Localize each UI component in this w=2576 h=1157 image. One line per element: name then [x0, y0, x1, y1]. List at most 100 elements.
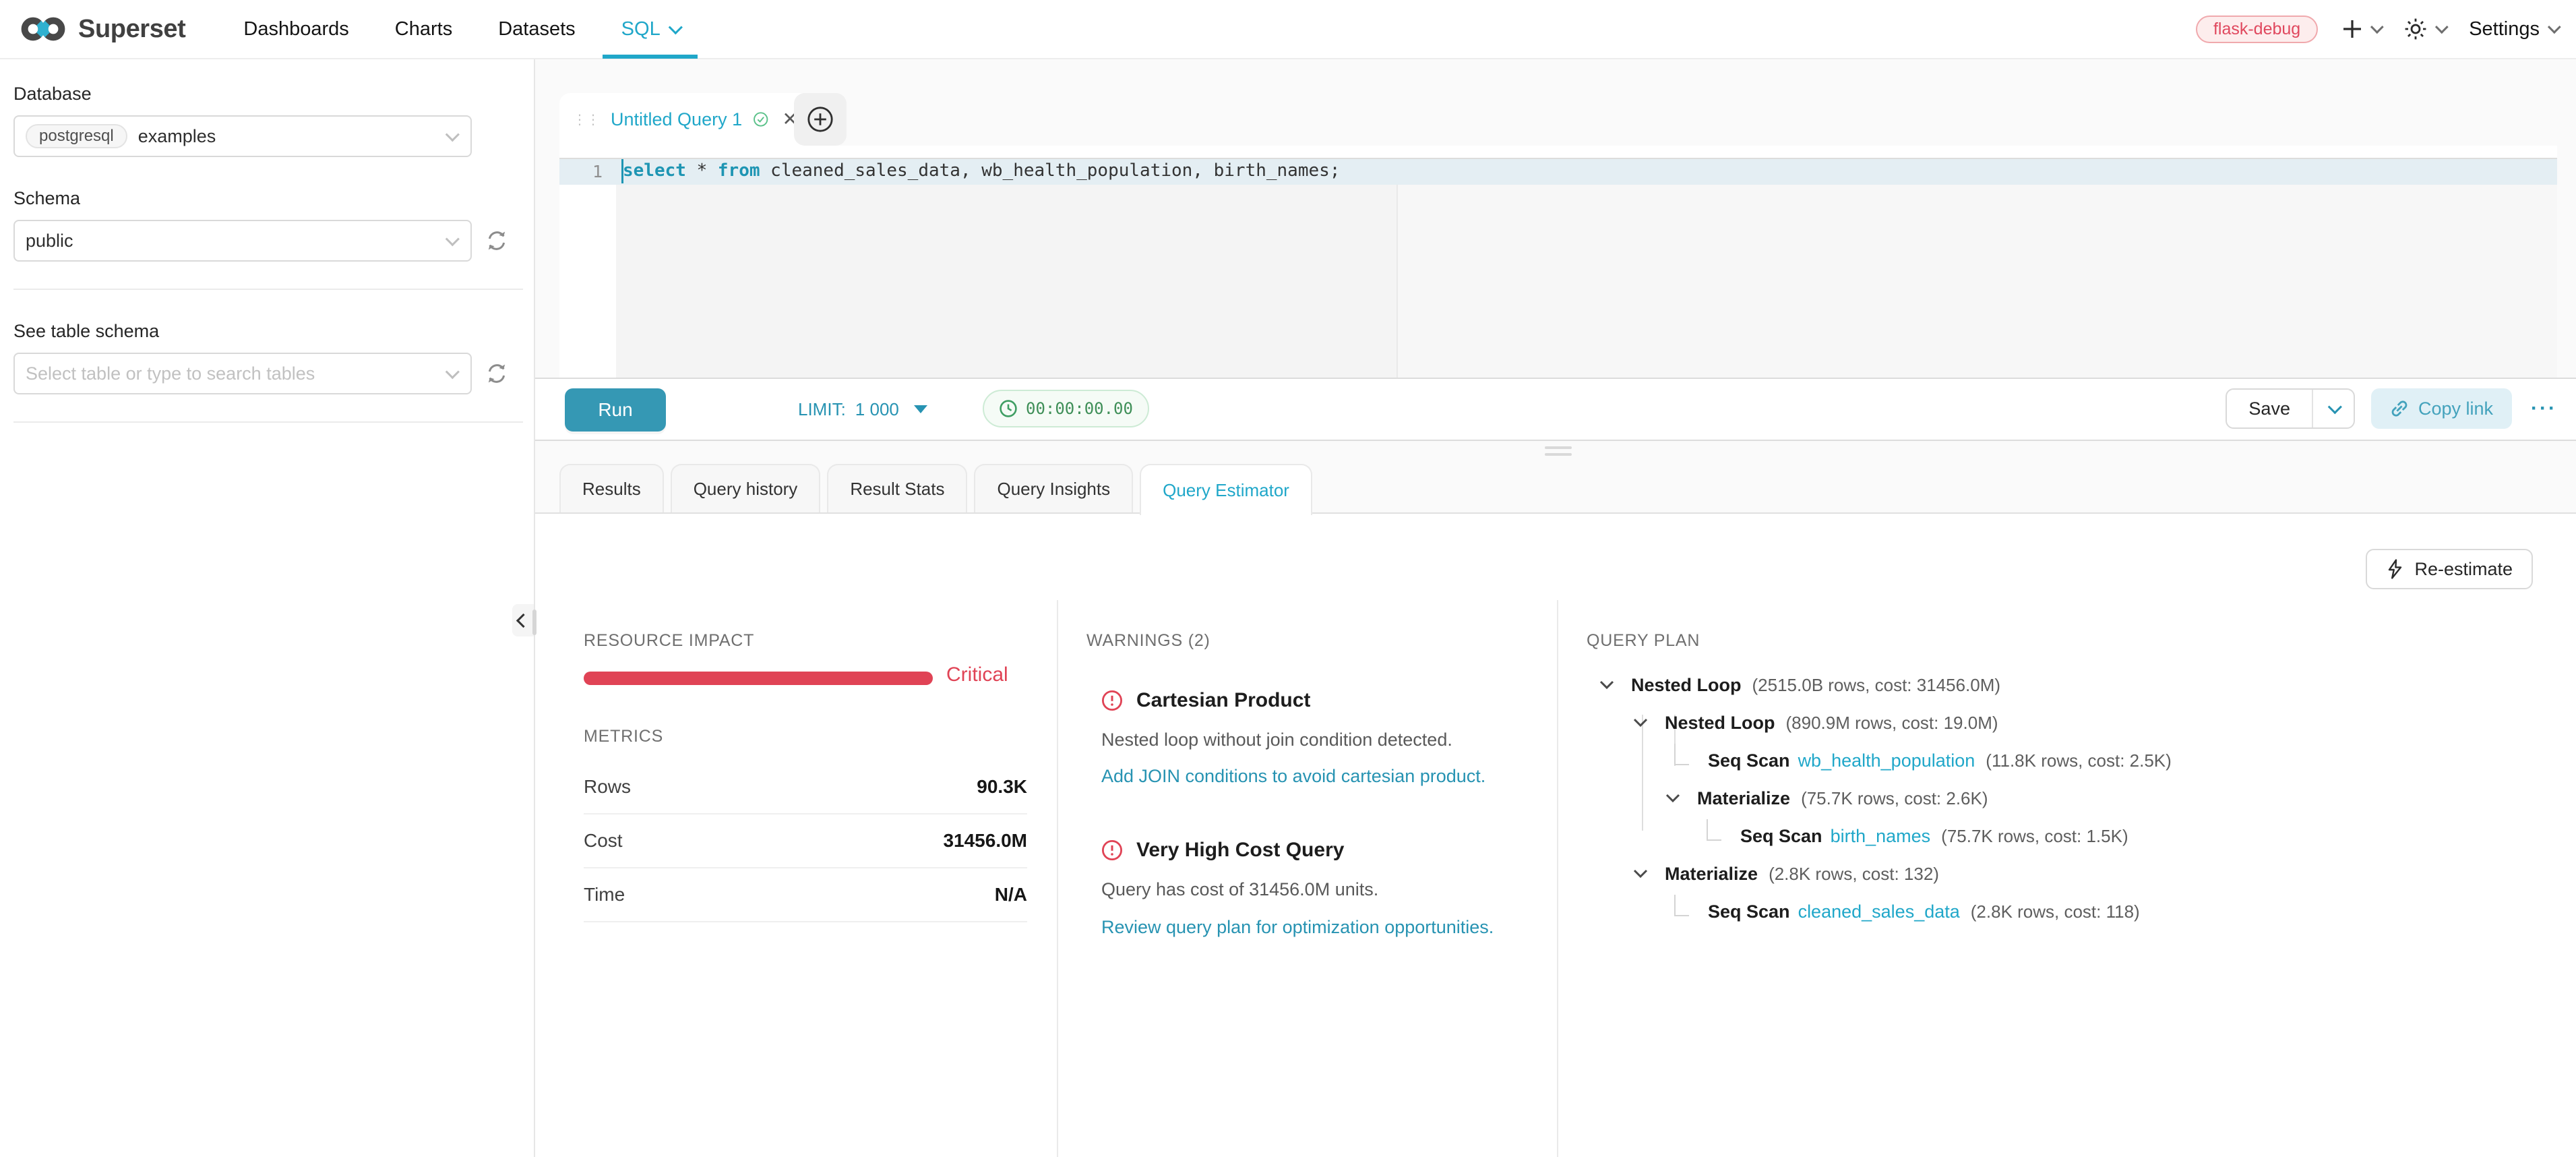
- saved-check-icon: [753, 109, 768, 130]
- query-tab-title: Untitled Query 1: [611, 109, 742, 130]
- editor-print-margin: [1397, 185, 2557, 378]
- tab-results[interactable]: Results: [559, 464, 664, 512]
- editor-toolbar: Run LIMIT: 1 000 00:00:00.00 Save: [535, 378, 2576, 441]
- plan-node-materialize: Materialize (2.8K rows, cost: 132): [1631, 862, 1939, 886]
- warning-suggestion-link[interactable]: Add JOIN conditions to avoid cartesian p…: [1101, 766, 1485, 787]
- resource-impact-title: RESOURCE IMPACT: [584, 631, 754, 651]
- chevron-down-icon: [446, 232, 460, 246]
- limit-dropdown[interactable]: LIMIT: 1 000: [798, 379, 927, 440]
- plan-node-seq-scan: Seq Scan wb_health_population (11.8K row…: [1669, 748, 2172, 773]
- collapse-caret-icon[interactable]: [1597, 680, 1616, 690]
- nav-item-sql[interactable]: SQL: [599, 0, 702, 59]
- chevron-down-icon: [2435, 20, 2449, 34]
- tab-query-estimator[interactable]: Query Estimator: [1140, 464, 1312, 515]
- save-split-button: Save: [2226, 388, 2355, 429]
- database-label: Database: [13, 84, 520, 105]
- plan-node-seq-scan: Seq Scan cleaned_sales_data (2.8K rows, …: [1669, 899, 2140, 924]
- more-actions-button[interactable]: [2531, 397, 2557, 420]
- timer-value: 00:00:00.00: [1026, 399, 1133, 418]
- query-estimator-panel: Re-estimate RESOURCE IMPACT Critical MET…: [535, 512, 2576, 1157]
- warning-suggestion-link[interactable]: Review query plan for optimization oppor…: [1101, 917, 1494, 938]
- nav-item-dashboards[interactable]: Dashboards: [220, 0, 371, 59]
- sidebar-resize-handle[interactable]: [532, 610, 536, 635]
- run-button[interactable]: Run: [565, 388, 666, 432]
- chevron-down-icon: [2370, 20, 2384, 34]
- new-item-button[interactable]: [2342, 19, 2380, 39]
- results-tab-bar: Results Query history Result Stats Query…: [559, 464, 1312, 515]
- main-nav: Dashboards Charts Datasets SQL: [220, 0, 701, 59]
- tree-connector-icon: [1674, 744, 1689, 765]
- chevron-left-icon: [516, 613, 530, 627]
- lightning-icon: [2386, 559, 2403, 579]
- chevron-down-icon: [2548, 20, 2561, 34]
- editor-gutter: [559, 185, 616, 378]
- refresh-schemas-button[interactable]: [485, 229, 508, 252]
- table-schema-label: See table schema: [13, 321, 520, 342]
- metric-row-rows: Rows 90.3K: [584, 761, 1027, 814]
- table-select-placeholder: Select table or type to search tables: [26, 363, 315, 384]
- navbar: Superset Dashboards Charts Datasets SQL …: [0, 0, 2576, 59]
- nav-item-datasets[interactable]: Datasets: [475, 0, 598, 59]
- reestimate-button[interactable]: Re-estimate: [2366, 549, 2533, 589]
- warning-icon: [1101, 839, 1123, 861]
- table-select[interactable]: Select table or type to search tables: [13, 353, 472, 394]
- tab-query-insights[interactable]: Query Insights: [974, 464, 1133, 512]
- tree-connector-icon: [1707, 819, 1721, 841]
- schema-label: Schema: [13, 188, 520, 209]
- tab-query-history[interactable]: Query history: [671, 464, 821, 512]
- column-divider: [1557, 600, 1558, 1157]
- clock-icon: [999, 399, 1018, 418]
- metrics-list: Rows 90.3K Cost 31456.0M Time N/A: [584, 761, 1027, 922]
- tree-connector-icon: [1674, 895, 1689, 916]
- warning-high-cost: Very High Cost Query: [1101, 839, 1546, 862]
- chevron-down-icon: [446, 127, 460, 142]
- sun-icon: [2404, 18, 2427, 40]
- collapse-caret-icon[interactable]: [1631, 868, 1650, 879]
- sql-code-line[interactable]: select * from cleaned_sales_data, wb_hea…: [623, 160, 1340, 181]
- refresh-tables-button[interactable]: [485, 362, 508, 385]
- resource-impact-level: Critical: [946, 663, 1008, 686]
- database-select[interactable]: postgresql examples: [13, 115, 472, 157]
- warning-description: Query has cost of 31456.0M units.: [1101, 879, 1378, 900]
- query-editor-tab[interactable]: ⋮⋮ Untitled Query 1 ✕: [559, 93, 811, 146]
- plan-node-nested-loop-inner: Nested Loop (890.9M rows, cost: 19.0M): [1631, 711, 1998, 735]
- sql-lab-page: Superset Dashboards Charts Datasets SQL …: [0, 0, 2576, 1157]
- chevron-down-icon: [446, 365, 460, 379]
- text-cursor: [621, 159, 623, 183]
- collapse-caret-icon[interactable]: [1631, 717, 1650, 728]
- warning-icon: [1101, 690, 1123, 711]
- tab-drag-handle-icon[interactable]: ⋮⋮: [573, 113, 600, 126]
- sql-lab-main: ⋮⋮ Untitled Query 1 ✕ 1 select * from cl…: [535, 59, 2576, 1157]
- column-divider: [1057, 600, 1058, 1157]
- settings-menu[interactable]: Settings: [2469, 18, 2557, 40]
- sidebar-divider: [13, 421, 523, 423]
- warnings-title: WARNINGS (2): [1086, 631, 1210, 651]
- theme-toggle[interactable]: [2404, 18, 2445, 40]
- query-timer: 00:00:00.00: [983, 390, 1149, 427]
- collapse-sidebar-button[interactable]: [512, 604, 534, 636]
- refresh-icon: [485, 229, 508, 252]
- plan-node-nested-loop-root: Nested Loop (2515.0B rows, cost: 31456.0…: [1597, 673, 2000, 697]
- copy-link-button[interactable]: Copy link: [2371, 388, 2512, 429]
- save-button[interactable]: Save: [2227, 390, 2312, 427]
- line-number: 1: [559, 162, 603, 181]
- plus-icon: [2342, 19, 2362, 39]
- collapse-caret-icon[interactable]: [1663, 793, 1682, 804]
- metric-row-time: Time N/A: [584, 868, 1027, 922]
- superset-logo[interactable]: Superset: [19, 14, 185, 44]
- schema-select[interactable]: public: [13, 220, 472, 262]
- limit-label: LIMIT:: [798, 399, 846, 420]
- nav-item-charts[interactable]: Charts: [372, 0, 475, 59]
- refresh-icon: [485, 362, 508, 385]
- sql-editor[interactable]: 1 select * from cleaned_sales_data, wb_h…: [559, 146, 2557, 378]
- tab-result-stats[interactable]: Result Stats: [827, 464, 967, 512]
- plan-node-materialize: Materialize (75.7K rows, cost: 2.6K): [1663, 786, 1988, 810]
- sidebar-divider: [13, 289, 523, 290]
- metric-row-cost: Cost 31456.0M: [584, 814, 1027, 868]
- metrics-title: METRICS: [584, 727, 663, 746]
- pane-resize-handle[interactable]: [1545, 446, 1572, 460]
- resource-impact-bar: [584, 672, 933, 685]
- save-options-button[interactable]: [2312, 390, 2354, 427]
- schema-value: public: [26, 231, 73, 251]
- new-query-tab-button[interactable]: [794, 93, 847, 146]
